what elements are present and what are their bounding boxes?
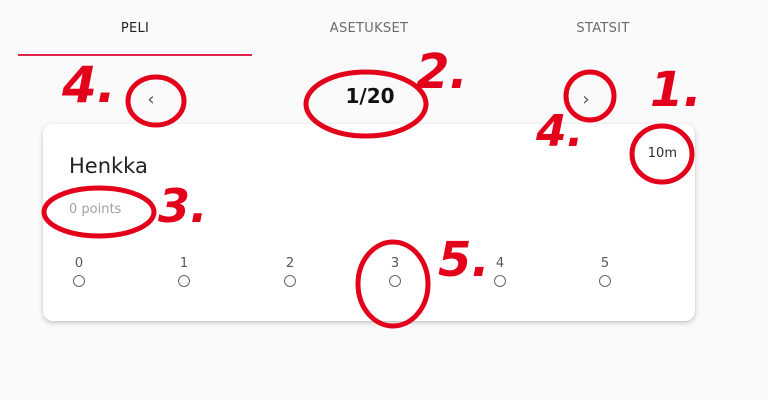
score-option-2[interactable]: 2 [270, 256, 310, 287]
score-option-4[interactable]: 4 [480, 256, 520, 287]
score-label: 3 [390, 256, 400, 271]
player-name: Henkka [69, 154, 148, 178]
hole-counter: 1/20 [345, 84, 395, 108]
score-radio[interactable] [284, 275, 296, 287]
previous-hole-button[interactable]: ‹ [138, 86, 164, 112]
tab-peli[interactable]: PELI [18, 0, 252, 56]
player-card: Henkka 0 points 10m 0 1 2 3 4 5 [43, 124, 695, 321]
chevron-right-icon: › [582, 88, 590, 110]
score-label: 2 [285, 256, 295, 271]
score-radio[interactable] [494, 275, 506, 287]
score-label: 4 [495, 256, 505, 271]
score-option-0[interactable]: 0 [59, 256, 99, 287]
score-option-1[interactable]: 1 [164, 256, 204, 287]
distance-badge: 10m [647, 146, 677, 161]
tab-asetukset[interactable]: ASETUKSET [252, 0, 486, 56]
chevron-left-icon: ‹ [147, 88, 155, 110]
score-radio[interactable] [73, 275, 85, 287]
score-option-3[interactable]: 3 [375, 256, 415, 287]
tab-bar: PELI ASETUKSET STATSIT [0, 0, 768, 56]
annotation-label: 4. [61, 56, 116, 114]
active-tab-indicator [18, 54, 252, 56]
next-hole-button[interactable]: › [573, 86, 599, 112]
score-label: 0 [74, 256, 84, 271]
annotation-label: 1. [650, 62, 702, 118]
score-radio[interactable] [599, 275, 611, 287]
score-label: 1 [179, 256, 189, 271]
score-option-5[interactable]: 5 [585, 256, 625, 287]
score-radio[interactable] [389, 275, 401, 287]
tab-statsit[interactable]: STATSIT [486, 0, 720, 56]
score-radio[interactable] [178, 275, 190, 287]
score-label: 5 [600, 256, 610, 271]
player-points: 0 points [69, 202, 122, 217]
